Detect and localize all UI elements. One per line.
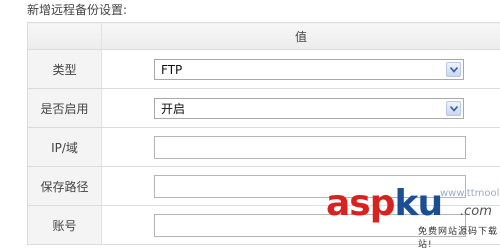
type-select[interactable]: FTP	[154, 59, 464, 80]
remote-backup-settings-table: 值 类型 FTP 是否启用 开启	[27, 22, 500, 245]
section-title: 新增远程备份设置:	[27, 3, 127, 17]
table-header: 值	[28, 23, 500, 50]
enabled-select-value: 开启	[161, 102, 185, 116]
row-label-ip-domain: IP/域	[28, 128, 102, 167]
row-label-save-path: 保存路径	[28, 167, 102, 206]
header-value-column: 值	[102, 23, 500, 50]
table-row: 是否启用 开启	[28, 89, 500, 128]
enabled-select[interactable]: 开启	[154, 98, 464, 119]
chevron-down-icon[interactable]	[446, 101, 461, 116]
table-row: IP/域	[28, 128, 500, 167]
table-row: 保存路径	[28, 167, 500, 206]
save-path-input[interactable]	[154, 175, 466, 198]
header-label-column	[28, 23, 102, 50]
row-label-account: 账号	[28, 206, 102, 245]
type-select-value: FTP	[161, 63, 182, 77]
table-row: 类型 FTP	[28, 50, 500, 89]
ip-domain-input[interactable]	[154, 136, 466, 159]
row-label-type: 类型	[28, 50, 102, 89]
row-label-enabled: 是否启用	[28, 89, 102, 128]
account-input[interactable]	[154, 214, 466, 237]
table-row: 账号	[28, 206, 500, 245]
chevron-down-icon[interactable]	[446, 62, 461, 77]
